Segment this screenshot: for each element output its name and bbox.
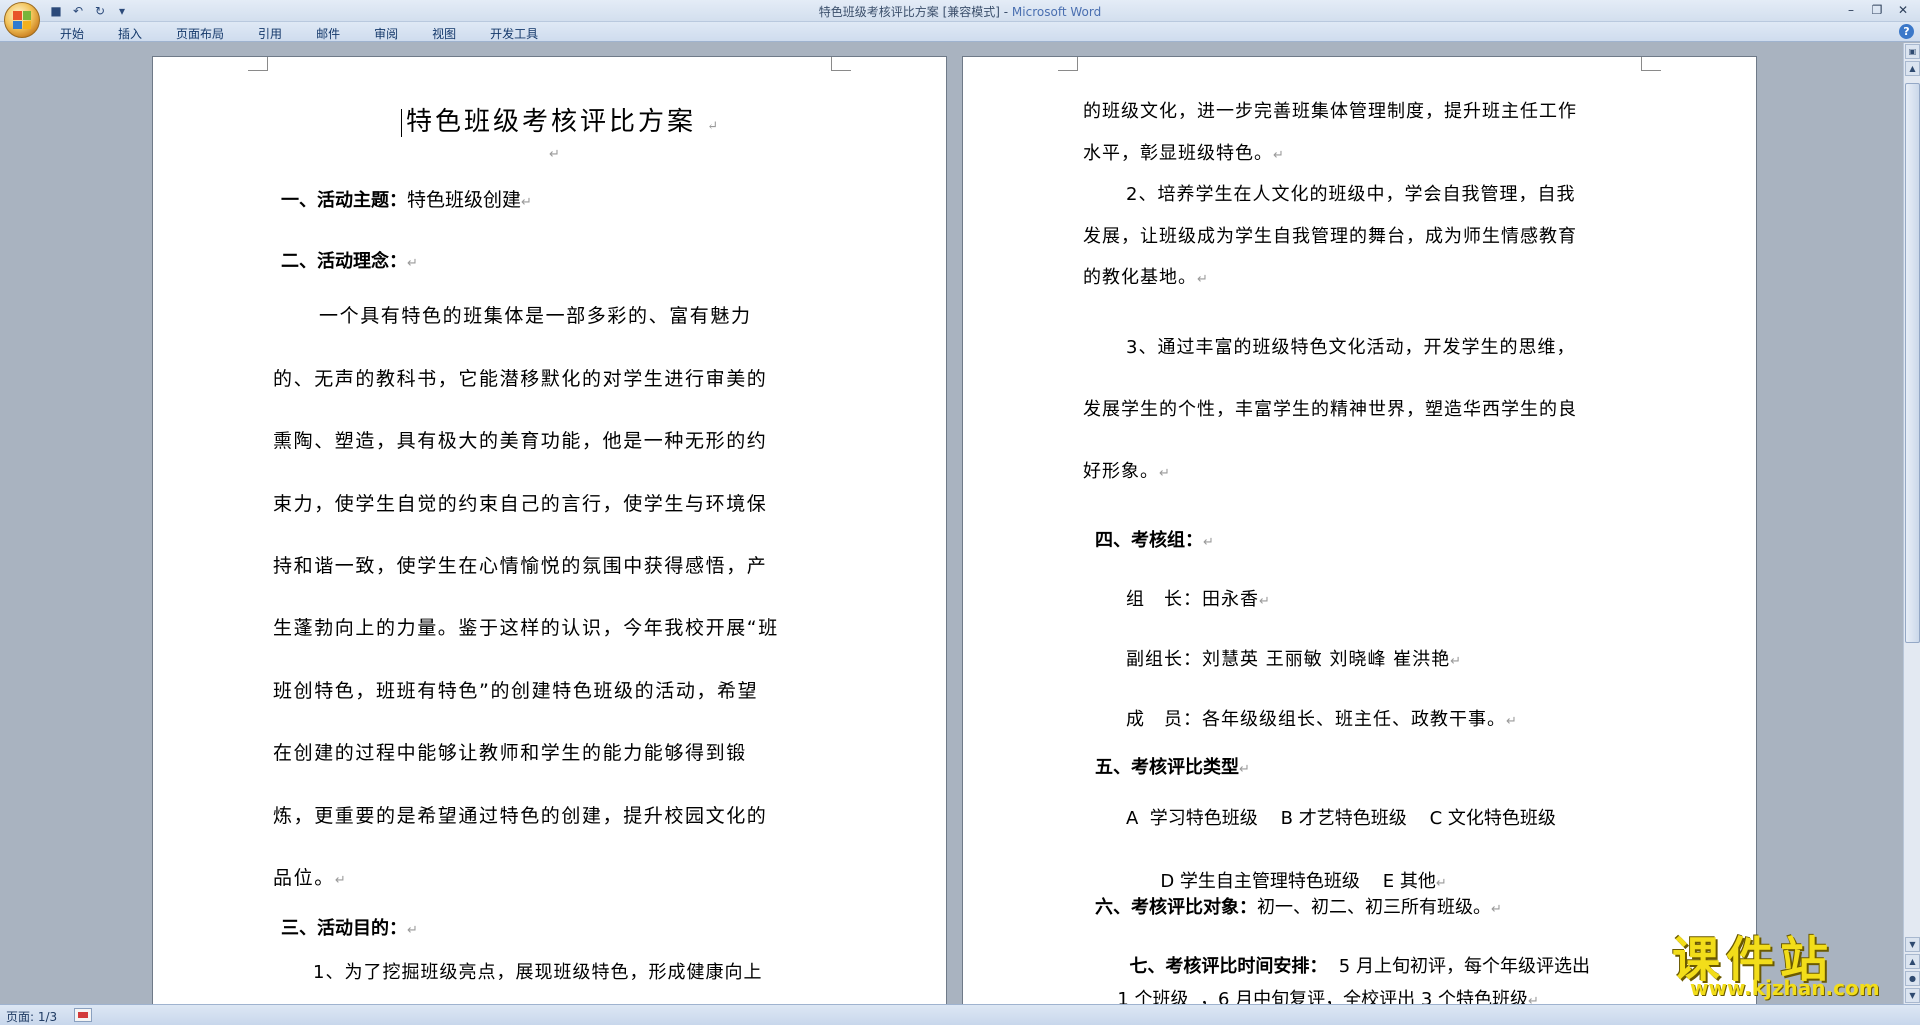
office-button[interactable] [4, 2, 40, 38]
previous-page-icon[interactable]: ▲ [1905, 954, 1920, 969]
scroll-up-icon[interactable]: ▲ [1905, 61, 1920, 76]
page-2[interactable]: 的班级文化，进一步完善班集体管理制度，提升班主任工作 水平，彰显班级特色。↵ 2… [962, 56, 1757, 1004]
section-2-heading: 二、活动理念：↵ [281, 251, 418, 272]
tab-mailings[interactable]: 邮件 [316, 25, 340, 42]
paragraph-line: 发展学生的个性，丰富学生的精神世界，塑造华西学生的良 [1083, 399, 1577, 420]
paragraph-line: 生蓬勃向上的力量。鉴于这样的认识，今年我校开展“班 [273, 617, 779, 639]
document-area[interactable]: 特色班级考核评比方案 ↵ ↵ 一、活动主题：特色班级创建↵ 二、活动理念：↵ 一… [0, 43, 1903, 1004]
paragraph-line: 水平，彰显班级特色。↵ [1083, 143, 1285, 164]
paragraph-line: 的、无声的教科书，它能潜移默化的对学生进行审美的 [273, 368, 768, 390]
section-7-line-2: 1 个班级 ，6 月中旬复评，全校评出 3 个特色班级↵ [1117, 989, 1539, 1004]
select-browse-object-icon[interactable]: ● [1905, 971, 1920, 986]
title-bar: ■ ↶ ↻ ▾ 特色班级考核评比方案 [兼容模式] - Microsoft Wo… [0, 0, 1920, 22]
paragraph-line: 发展，让班级成为学生自我管理的舞台，成为师生情感教育 [1083, 226, 1577, 247]
section-4-heading: 四、考核组：↵ [1095, 530, 1214, 551]
app-name: Microsoft Word [1011, 5, 1102, 19]
tab-review[interactable]: 审阅 [374, 25, 398, 42]
restore-button[interactable]: ❐ [1864, 1, 1890, 19]
members-line: 成 员：各年级级组长、班主任、政教干事。↵ [1126, 709, 1518, 730]
document-title: 特色班级考核评比方案 [兼容模式] - [818, 5, 1012, 19]
section-5-heading: 五、考核评比类型↵ [1095, 757, 1250, 778]
watermark-url: www.kjzhan.com [1690, 976, 1880, 1000]
watermark: 课件站 www.kjzhan.com [1662, 920, 1902, 1004]
tab-developer[interactable]: 开发工具 [490, 25, 538, 42]
crop-mark [248, 57, 268, 71]
scroll-down-icon[interactable]: ▼ [1905, 937, 1920, 952]
section-6: 六、考核评比对象：初一、初二、初三所有班级。↵ [1095, 897, 1502, 918]
paragraph-line: 持和谐一致，使学生在心情愉悦的氛围中获得感悟，产 [273, 555, 768, 577]
minimize-button[interactable]: – [1838, 1, 1864, 19]
crop-mark [831, 57, 851, 71]
paragraph-line: 品位。↵ [273, 867, 348, 889]
paragraph-line: 好形象。↵ [1083, 461, 1171, 482]
page-indicator[interactable]: 页面: 1/3 [6, 1008, 57, 1025]
help-icon[interactable]: ? [1899, 24, 1914, 39]
paragraph-line: 2、培养学生在人文化的班级中，学会自我管理，自我 [1126, 184, 1576, 205]
paragraph-line: 熏陶、塑造，具有极大的美育功能，他是一种无形的约 [273, 430, 768, 452]
paragraph-line: 束力，使学生自觉的约束自己的言行，使学生与环境保 [273, 493, 768, 515]
scrollbar-thumb[interactable] [1905, 83, 1920, 643]
paragraph-mark: ↵ [549, 147, 560, 162]
paragraph-line: 的教化基地。↵ [1083, 267, 1209, 288]
text-cursor [401, 109, 402, 137]
paragraph-line: 一个具有特色的班集体是一部多彩的、富有魅力 [319, 305, 752, 327]
tab-insert[interactable]: 插入 [118, 25, 142, 42]
document-heading: 特色班级考核评比方案 ↵ [401, 101, 721, 138]
close-button[interactable]: ✕ [1890, 1, 1916, 19]
crop-mark [1641, 57, 1661, 71]
ruler-toggle-icon[interactable]: ▣ [1905, 44, 1920, 59]
ribbon-tabs-bar: 开始 插入 页面布局 引用 邮件 审阅 视图 开发工具 ? [0, 22, 1920, 42]
office-logo-icon [13, 11, 31, 29]
page-1[interactable]: 特色班级考核评比方案 ↵ ↵ 一、活动主题：特色班级创建↵ 二、活动理念：↵ 一… [152, 56, 947, 1004]
paragraph-line: 炼，更重要的是希望通过特色的创建，提升校园文化的 [273, 805, 768, 827]
vice-leader-line: 副组长：刘慧英 王丽敏 刘晓峰 崔洪艳↵ [1126, 649, 1463, 670]
ribbon-tabs: 开始 插入 页面布局 引用 邮件 审阅 视图 开发工具 [60, 25, 538, 42]
tab-home[interactable]: 开始 [60, 25, 84, 42]
tab-page-layout[interactable]: 页面布局 [176, 25, 224, 42]
paragraph-line: 在创建的过程中能够让教师和学生的能力能够得到锻 [273, 742, 747, 764]
status-bar: 页面: 1/3 [0, 1004, 1920, 1025]
window-title: 特色班级考核评比方案 [兼容模式] - Microsoft Word [0, 3, 1920, 20]
paragraph-line: 班创特色，班班有特色”的创建特色班级的活动，希望 [273, 680, 759, 702]
paragraph-line: 1、为了挖掘班级亮点，展现班级特色，形成健康向上 [313, 962, 763, 983]
tab-references[interactable]: 引用 [258, 25, 282, 42]
types-line-1: A 学习特色班级 B 才艺特色班级 C 文化特色班级 [1126, 808, 1556, 829]
proofing-icon[interactable] [74, 1008, 92, 1022]
section-3-heading: 三、活动目的：↵ [281, 918, 418, 939]
next-page-icon[interactable]: ▼ [1905, 988, 1920, 1003]
paragraph-line: 3、通过丰富的班级特色文化活动，开发学生的思维， [1126, 337, 1576, 358]
window-controls: – ❐ ✕ [1838, 1, 1916, 19]
crop-mark [1058, 57, 1078, 71]
paragraph-line: 的班级文化，进一步完善班集体管理制度，提升班主任工作 [1083, 101, 1577, 122]
section-1: 一、活动主题：特色班级创建↵ [281, 189, 532, 211]
tab-view[interactable]: 视图 [432, 25, 456, 42]
vertical-scrollbar[interactable]: ▣ ▲ ▼ ▲ ● ▼ [1903, 43, 1920, 1004]
leader-line: 组 长：田永香↵ [1126, 589, 1271, 610]
